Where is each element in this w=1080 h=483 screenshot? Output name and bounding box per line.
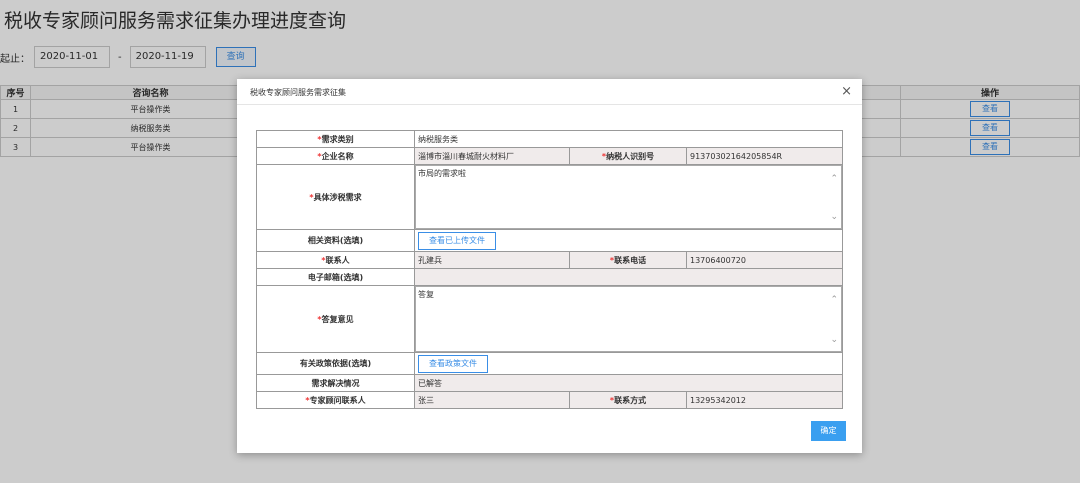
value-email	[414, 268, 843, 286]
value-company: 淄博市淄川春城耐火材料厂	[414, 147, 570, 165]
close-icon[interactable]: ×	[841, 84, 852, 99]
view-policy-files-button[interactable]: 查看政策文件	[418, 354, 488, 373]
detail-text: 市局的需求啦	[418, 169, 466, 178]
label-expert-phone: *联系方式	[569, 391, 687, 409]
label-resolution: 需求解决情况	[256, 374, 415, 392]
materials-cell: 查看已上传文件	[414, 229, 843, 252]
label-expert: *专家顾问联系人	[256, 391, 415, 409]
scroll-up-icon[interactable]: ⌃	[830, 295, 838, 305]
modal-header: 税收专家顾问服务需求征集 ×	[237, 79, 862, 105]
label-company: *企业名称	[256, 147, 415, 165]
scroll-up-icon[interactable]: ⌃	[830, 174, 838, 184]
label-reply: *答复意见	[256, 285, 415, 353]
label-email: 电子邮箱(选填)	[256, 268, 415, 286]
view-uploaded-files-button[interactable]: 查看已上传文件	[418, 231, 496, 250]
value-phone: 13706400720	[686, 251, 843, 269]
value-expert-phone: 13295342012	[686, 391, 843, 409]
detail-cell: 市局的需求啦 ⌃ ⌄	[414, 164, 843, 230]
label-contact: *联系人	[256, 251, 415, 269]
reply-textarea[interactable]: 答复 ⌃ ⌄	[415, 286, 842, 352]
value-expert: 张三	[414, 391, 570, 409]
ok-button[interactable]: 确定	[811, 421, 846, 441]
modal-title: 税收专家顾问服务需求征集	[250, 88, 346, 97]
label-phone: *联系电话	[569, 251, 687, 269]
label-taxpayer-id: *纳税人识别号	[569, 147, 687, 165]
scroll-down-icon[interactable]: ⌄	[830, 212, 838, 222]
value-contact: 孔建兵	[414, 251, 570, 269]
label-detail: *具体涉税需求	[256, 164, 415, 230]
label-materials: 相关资料(选填)	[256, 229, 415, 252]
scroll-down-icon[interactable]: ⌄	[830, 335, 838, 345]
reply-text: 答复	[418, 290, 434, 299]
detail-textarea[interactable]: 市局的需求啦 ⌃ ⌄	[415, 165, 842, 229]
policy-cell: 查看政策文件	[414, 352, 843, 375]
value-taxpayer-id: 91370302164205854R	[686, 147, 843, 165]
label-policy: 有关政策依据(选填)	[256, 352, 415, 375]
request-form: *需求类别 纳税服务类 *企业名称 淄博市淄川春城耐火材料厂 *纳税人识别号 9…	[256, 130, 843, 409]
value-category: 纳税服务类	[414, 130, 843, 148]
reply-cell: 答复 ⌃ ⌄	[414, 285, 843, 353]
request-modal: 税收专家顾问服务需求征集 × *需求类别 纳税服务类 *企业名称 淄博市淄川春城…	[237, 79, 862, 453]
label-category: *需求类别	[256, 130, 415, 148]
value-resolution: 已解答	[414, 374, 843, 392]
